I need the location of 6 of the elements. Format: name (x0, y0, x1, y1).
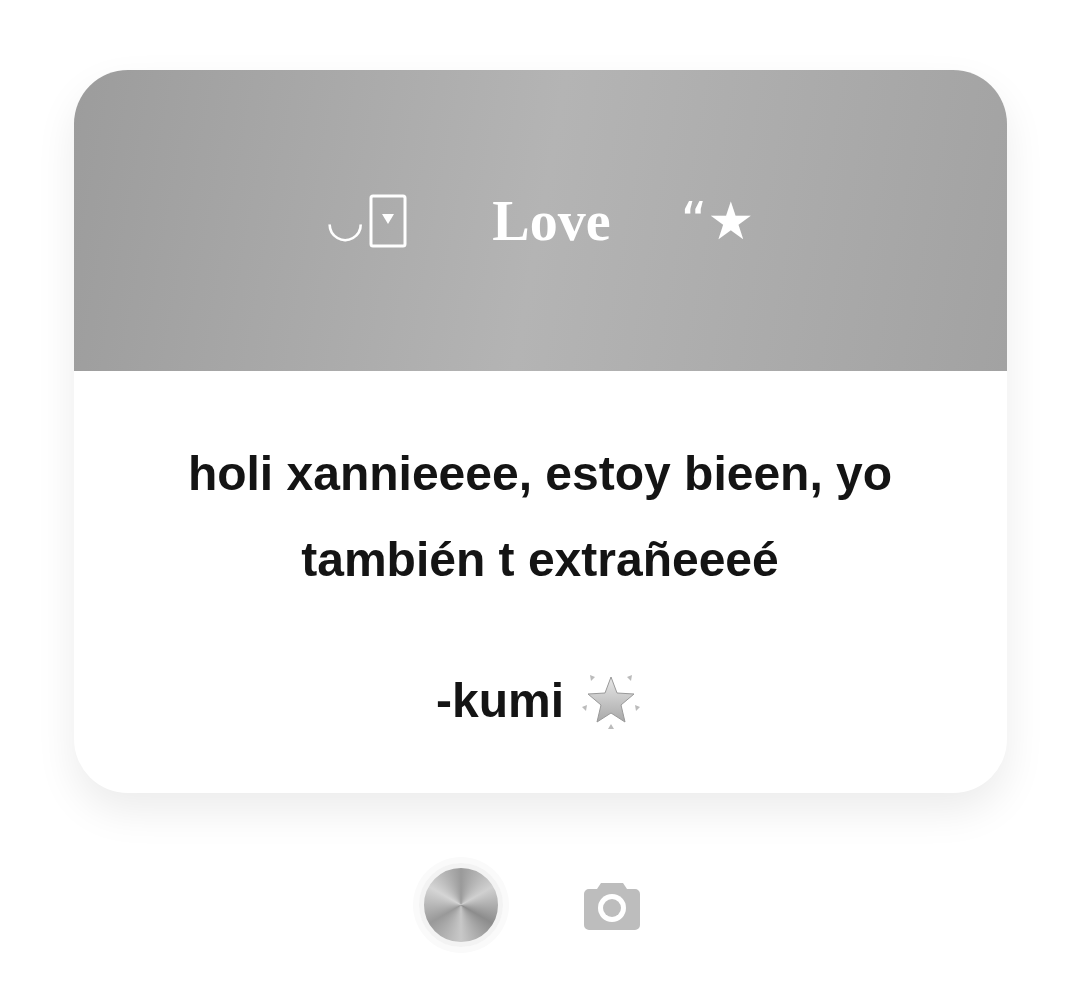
quote-star-mark: “★ (680, 190, 755, 251)
signature: -kumi (436, 672, 564, 728)
playing-card-icon (368, 193, 409, 248)
header-title: Love (492, 188, 611, 253)
message-text: holi xannieeee, estoy bieen, yo también t extrañeeeé (186, 446, 894, 588)
smile-mark: ◡ (325, 195, 365, 246)
